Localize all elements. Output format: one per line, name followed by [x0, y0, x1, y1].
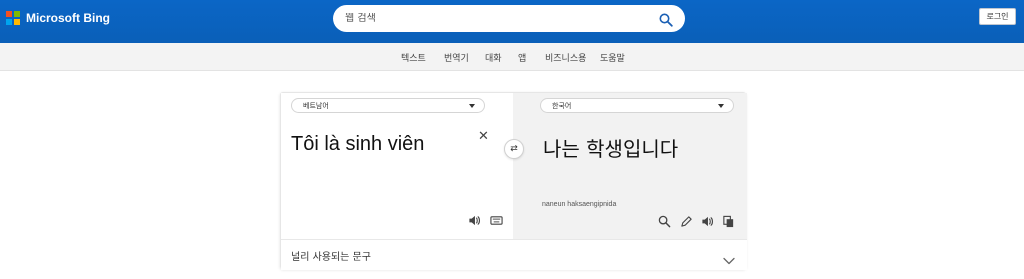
close-icon[interactable]: ✕ [478, 129, 489, 144]
logo-square-green [14, 11, 20, 17]
logo-square-blue [6, 19, 12, 25]
brand-name: Microsoft Bing [26, 11, 110, 25]
pencil-icon[interactable] [679, 214, 693, 228]
transliteration-text: naneun haksaengipnida [542, 201, 617, 208]
tab-conversation[interactable]: 대화 [485, 51, 502, 64]
source-pane: 베트남어 Tôi là sinh viên ✕ [281, 93, 513, 239]
copy-icon[interactable] [721, 214, 735, 228]
sub-navigation: 텍스트 번역기 대화 앱 비즈니스용 도움말 [0, 43, 1024, 71]
tab-help[interactable]: 도움말 [600, 51, 625, 64]
common-phrases-row[interactable]: 널리 사용되는 문구 [281, 239, 747, 270]
chevron-down-icon[interactable] [723, 250, 735, 269]
source-language-select[interactable]: 베트남어 [291, 98, 485, 113]
source-language-label: 베트남어 [303, 101, 329, 110]
logo-square-red [6, 11, 12, 17]
logo-square-yellow [14, 19, 20, 25]
source-text-input[interactable]: Tôi là sinh viên [291, 133, 424, 156]
search-box[interactable] [333, 5, 685, 32]
search-icon[interactable] [657, 214, 671, 228]
chevron-down-icon [718, 104, 724, 108]
login-button[interactable]: 로그인 [979, 8, 1016, 25]
translated-text: 나는 학생입니다 [543, 137, 679, 161]
speaker-icon[interactable] [700, 214, 714, 228]
microsoft-logo-icon [6, 11, 20, 25]
speaker-icon[interactable] [467, 213, 481, 227]
common-phrases-label: 널리 사용되는 문구 [291, 252, 371, 263]
tab-translator[interactable]: 번역기 [444, 51, 469, 64]
translator-card: 베트남어 Tôi là sinh viên ✕ 한국어 나는 학생입니다 nan… [280, 92, 747, 270]
swap-languages-button[interactable]: ⇄ [504, 139, 524, 159]
bing-logo[interactable]: Microsoft Bing [6, 11, 110, 25]
top-header: Microsoft Bing 로그인 [0, 0, 1024, 43]
target-pane: 한국어 나는 학생입니다 naneun haksaengipnida [513, 93, 747, 239]
target-language-select[interactable]: 한국어 [540, 98, 734, 113]
tab-apps[interactable]: 앱 [518, 51, 526, 64]
chevron-down-icon [469, 104, 475, 108]
tab-text[interactable]: 텍스트 [401, 51, 426, 64]
swap-icon: ⇄ [510, 144, 518, 154]
target-language-label: 한국어 [552, 101, 572, 110]
search-icon[interactable] [659, 12, 673, 27]
tab-business[interactable]: 비즈니스용 [545, 51, 586, 64]
search-input[interactable] [345, 13, 645, 24]
keyboard-icon[interactable] [489, 213, 503, 227]
